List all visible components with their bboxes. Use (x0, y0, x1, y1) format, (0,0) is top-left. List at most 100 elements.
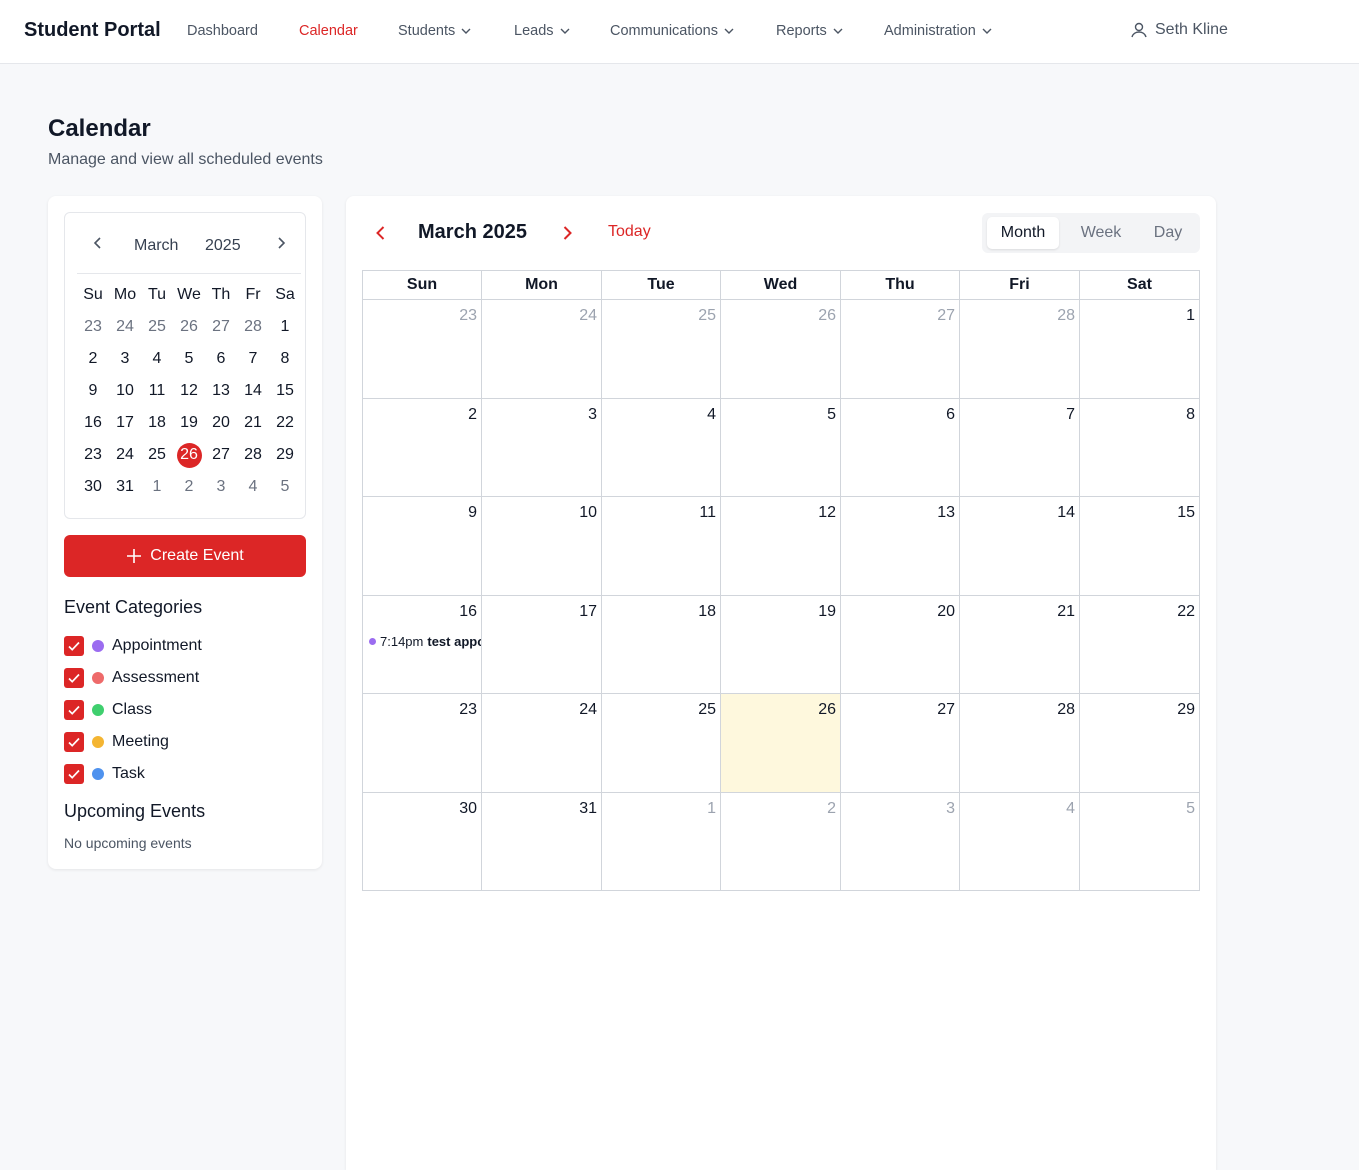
day-cell[interactable]: 2 (363, 398, 482, 497)
day-cell[interactable]: 27 (841, 694, 960, 793)
day-cell[interactable]: 12 (721, 497, 841, 596)
mini-calendar-month[interactable]: March (134, 237, 178, 255)
chevron-left-icon[interactable] (90, 235, 106, 251)
mini-day[interactable]: 23 (77, 439, 109, 471)
mini-day[interactable]: 22 (269, 407, 301, 439)
mini-day[interactable]: 29 (269, 439, 301, 471)
mini-day[interactable]: 23 (77, 311, 109, 343)
mini-day[interactable]: 13 (205, 375, 237, 407)
day-cell[interactable]: 31 (482, 792, 602, 891)
mini-day[interactable]: 28 (237, 311, 269, 343)
day-cell[interactable]: 9 (363, 497, 482, 596)
day-cell[interactable]: 24 (482, 300, 602, 399)
nav-reports[interactable]: Reports (776, 23, 844, 39)
mini-day[interactable]: 17 (109, 407, 141, 439)
mini-day[interactable]: 5 (269, 471, 301, 503)
day-cell[interactable]: 19 (721, 595, 841, 694)
mini-day[interactable]: 4 (237, 471, 269, 503)
mini-day-today[interactable]: 26 (173, 439, 205, 471)
mini-day[interactable]: 2 (77, 343, 109, 375)
today-button[interactable]: Today (608, 223, 651, 241)
day-cell[interactable]: 25 (602, 694, 721, 793)
mini-day[interactable]: 19 (173, 407, 205, 439)
view-month-button[interactable]: Month (987, 217, 1059, 249)
mini-day[interactable]: 8 (269, 343, 301, 375)
mini-day[interactable]: 3 (109, 343, 141, 375)
mini-day[interactable]: 27 (205, 311, 237, 343)
mini-day[interactable]: 30 (77, 471, 109, 503)
day-cell[interactable]: 1 (602, 792, 721, 891)
category-appointment[interactable]: Appointment (64, 630, 202, 662)
mini-day[interactable]: 28 (237, 439, 269, 471)
day-cell[interactable]: 11 (602, 497, 721, 596)
mini-day[interactable]: 18 (141, 407, 173, 439)
day-cell[interactable]: 14 (960, 497, 1080, 596)
day-cell[interactable]: 8 (1080, 398, 1200, 497)
mini-day[interactable]: 3 (205, 471, 237, 503)
mini-day[interactable]: 21 (237, 407, 269, 439)
day-cell[interactable]: 15 (1080, 497, 1200, 596)
day-cell[interactable]: 20 (841, 595, 960, 694)
user-menu[interactable]: Seth Kline (1130, 21, 1228, 39)
mini-day[interactable]: 9 (77, 375, 109, 407)
day-cell[interactable]: 4 (602, 398, 721, 497)
day-cell[interactable]: 26 (721, 300, 841, 399)
mini-day[interactable]: 16 (77, 407, 109, 439)
category-checkbox[interactable] (64, 668, 84, 688)
day-cell[interactable]: 30 (363, 792, 482, 891)
category-assessment[interactable]: Assessment (64, 662, 202, 694)
day-cell[interactable]: 6 (841, 398, 960, 497)
mini-day[interactable]: 20 (205, 407, 237, 439)
mini-day[interactable]: 5 (173, 343, 205, 375)
day-cell[interactable]: 22 (1080, 595, 1200, 694)
nav-leads[interactable]: Leads (514, 23, 571, 39)
category-checkbox[interactable] (64, 764, 84, 784)
day-cell[interactable]: 7 (960, 398, 1080, 497)
mini-day[interactable]: 14 (237, 375, 269, 407)
nav-communications[interactable]: Communications (610, 23, 735, 39)
mini-day[interactable]: 25 (141, 311, 173, 343)
day-cell[interactable]: 24 (482, 694, 602, 793)
mini-day[interactable]: 25 (141, 439, 173, 471)
mini-day[interactable]: 2 (173, 471, 205, 503)
mini-day[interactable]: 1 (141, 471, 173, 503)
day-cell[interactable]: 25 (602, 300, 721, 399)
day-cell[interactable]: 17 (482, 595, 602, 694)
category-meeting[interactable]: Meeting (64, 726, 202, 758)
nav-calendar[interactable]: Calendar (299, 23, 358, 39)
mini-day[interactable]: 26 (173, 311, 205, 343)
category-class[interactable]: Class (64, 694, 202, 726)
mini-day[interactable]: 4 (141, 343, 173, 375)
mini-day[interactable]: 6 (205, 343, 237, 375)
day-cell[interactable]: 5 (1080, 792, 1200, 891)
mini-calendar-year[interactable]: 2025 (205, 237, 241, 255)
mini-day[interactable]: 15 (269, 375, 301, 407)
view-week-button[interactable]: Week (1066, 217, 1136, 249)
day-cell[interactable]: 18 (602, 595, 721, 694)
day-cell[interactable]: 13 (841, 497, 960, 596)
day-cell[interactable]: 3 (482, 398, 602, 497)
nav-students[interactable]: Students (398, 23, 472, 39)
day-cell[interactable]: 21 (960, 595, 1080, 694)
day-cell[interactable]: 28 (960, 300, 1080, 399)
day-cell-today[interactable]: 26 (721, 694, 841, 793)
mini-day[interactable]: 27 (205, 439, 237, 471)
day-cell[interactable]: 27 (841, 300, 960, 399)
nav-administration[interactable]: Administration (884, 23, 993, 39)
mini-day[interactable]: 24 (109, 311, 141, 343)
mini-day[interactable]: 10 (109, 375, 141, 407)
mini-day[interactable]: 24 (109, 439, 141, 471)
create-event-button[interactable]: Create Event (64, 535, 306, 577)
event-item[interactable]: 7:14pmtest appointment (369, 634, 481, 649)
brand-title[interactable]: Student Portal (24, 19, 161, 42)
day-cell[interactable]: 5 (721, 398, 841, 497)
view-day-button[interactable]: Day (1140, 217, 1196, 249)
day-cell[interactable]: 28 (960, 694, 1080, 793)
nav-dashboard[interactable]: Dashboard (187, 23, 258, 39)
mini-day[interactable]: 11 (141, 375, 173, 407)
category-checkbox[interactable] (64, 636, 84, 656)
mini-day[interactable]: 31 (109, 471, 141, 503)
day-cell[interactable]: 4 (960, 792, 1080, 891)
day-cell[interactable]: 16 7:14pmtest appointment (363, 595, 482, 694)
mini-day[interactable]: 1 (269, 311, 301, 343)
